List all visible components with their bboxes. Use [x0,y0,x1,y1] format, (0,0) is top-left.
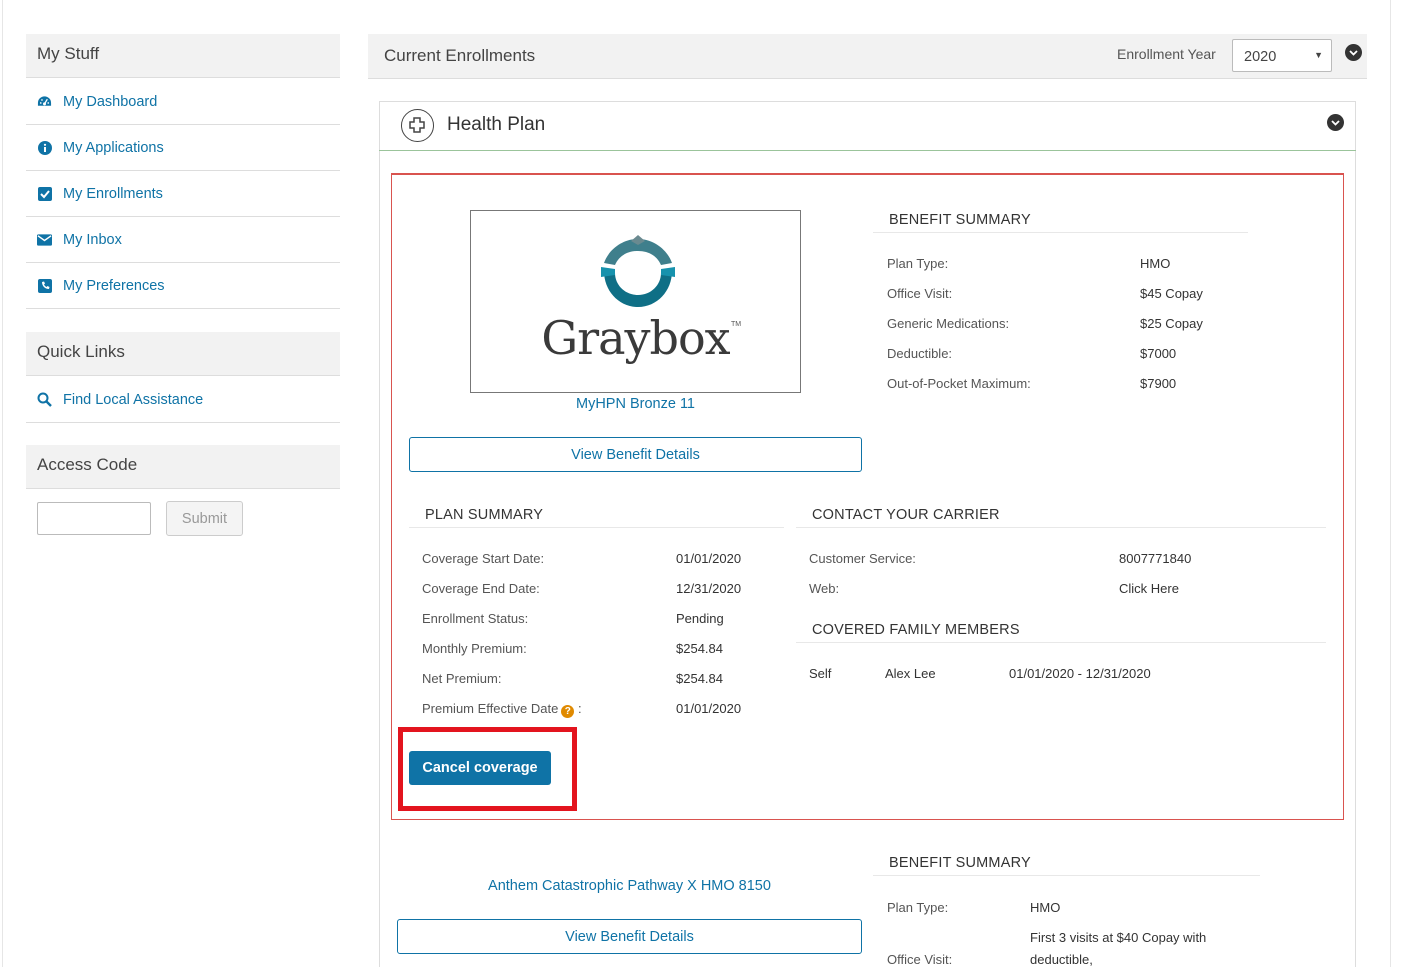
benefit-value: $7900 [1140,376,1177,391]
my-stuff-heading: My Stuff [26,34,340,78]
coverage-start-date: 01/01/2020 [676,551,742,566]
info-icon [37,140,52,155]
sidebar-item-label: My Dashboard [63,93,158,110]
enrollment-year-select[interactable]: 2020 ▼ [1232,39,1332,72]
member-coverage-dates: 01/01/2020 - 12/31/2020 [1009,666,1151,681]
carrier-logo-text: Graybox [541,311,730,365]
access-code-heading: Access Code [26,445,340,489]
caret-down-icon: ▼ [1314,50,1323,60]
benefit-value: $7000 [1140,346,1177,361]
envelope-icon [37,232,52,247]
cancel-coverage-button[interactable]: Cancel coverage [409,751,551,785]
checkbox-icon [37,186,52,201]
net-premium: $254.84 [676,671,723,686]
member-name: Alex Lee [885,666,936,681]
enrollment-year-label: Enrollment Year [1117,46,1216,62]
benefit-value: HMO [1140,256,1171,271]
benefit-label: Plan Type: [887,256,949,271]
plan-summary-label: Net Premium: [422,671,502,686]
view-benefit-details-button[interactable]: View Benefit Details [409,437,862,472]
sidebar-item-dashboard[interactable]: My Dashboard [26,79,340,125]
plan-name-link[interactable]: Anthem Catastrophic Pathway X HMO 8150 [397,878,862,894]
sidebar-item-label: My Enrollments [63,185,163,202]
health-plan-title: Health Plan [447,114,546,135]
collapse-chevron-icon[interactable] [1345,44,1362,61]
member-relation: Self [809,666,832,681]
sidebar-item-find-local-assistance[interactable]: Find Local Assistance [26,377,340,423]
benefit-summary-title: BENEFIT SUMMARY [889,212,1031,228]
search-icon [37,392,52,407]
plan-summary-label: Coverage Start Date: [422,551,545,566]
benefit-value: First 3 visits at $40 Copay with [1030,930,1207,945]
trademark-mark: TM [731,321,742,328]
plan-name-link[interactable]: MyHPN Bronze 11 [470,396,801,412]
plan-summary-label: Monthly Premium: [422,641,527,656]
current-enrollments-header: Current Enrollments Enrollment Year 2020… [368,34,1367,79]
health-plan-chevron-icon[interactable] [1327,114,1344,131]
benefit-value: $25 Copay [1140,316,1203,331]
medical-cross-icon [401,109,434,142]
sidebar-item-label: My Preferences [63,277,165,294]
customer-service-label: Customer Service: [809,551,916,566]
enrollment-status-link[interactable]: Pending [676,611,724,626]
plan-summary-label: Coverage End Date: [422,581,540,596]
divider [873,232,1248,233]
help-icon[interactable]: ? [561,705,575,718]
sidebar-item-label: My Applications [63,139,164,156]
page-title: Current Enrollments [384,46,536,65]
benefit-value: deductible, [1030,952,1093,967]
submit-button[interactable]: Submit [166,501,243,536]
plan-summary-title: PLAN SUMMARY [425,507,544,523]
benefit-label: Office Visit: [887,952,953,967]
health-plan-header[interactable]: Health Plan [379,101,1356,151]
carrier-logo-mark [601,235,675,307]
benefit-summary-title: BENEFIT SUMMARY [889,855,1031,871]
view-benefit-details-button[interactable]: View Benefit Details [397,919,862,954]
label-colon: : [577,701,582,716]
benefit-value: $45 Copay [1140,286,1203,301]
benefit-label: Plan Type: [887,900,949,915]
carrier-web-link[interactable]: Click Here [1119,581,1179,596]
premium-effective-date-label: Premium Effective Date? : [422,701,582,718]
benefit-label: Generic Medications: [887,316,1010,331]
sidebar-item-preferences[interactable]: My Preferences [26,263,340,309]
contact-carrier-title: CONTACT YOUR CARRIER [812,507,1000,523]
monthly-premium: $254.84 [676,641,723,656]
plan-summary-label: Enrollment Status: [422,611,529,626]
coverage-end-date: 12/31/2020 [676,581,742,596]
phone-icon [37,278,52,293]
divider [796,527,1326,528]
benefit-label: Office Visit: [887,286,953,301]
quick-links-heading: Quick Links [26,332,340,376]
web-label: Web: [809,581,840,596]
covered-family-title: COVERED FAMILY MEMBERS [812,622,1020,638]
enrollment-year-value: 2020 [1244,49,1277,65]
premium-effective-date: 01/01/2020 [676,701,742,716]
benefit-label: Deductible: [887,346,953,361]
carrier-logo: Graybox TM [470,210,801,393]
access-code-input[interactable] [37,502,151,535]
divider [873,875,1260,876]
sidebar-item-label: My Inbox [63,231,122,248]
benefit-value: HMO [1030,900,1061,915]
customer-service-phone: 8007771840 [1119,551,1192,566]
divider [409,527,784,528]
sidebar-item-enrollments[interactable]: My Enrollments [26,171,340,217]
sidebar-item-label: Find Local Assistance [63,391,204,408]
sidebar-item-applications[interactable]: My Applications [26,125,340,171]
dashboard-icon [37,94,52,109]
sidebar-item-inbox[interactable]: My Inbox [26,217,340,263]
benefit-label: Out-of-Pocket Maximum: [887,376,1031,391]
divider [796,642,1326,643]
plan-summary-label: Premium Effective Date [422,701,559,716]
